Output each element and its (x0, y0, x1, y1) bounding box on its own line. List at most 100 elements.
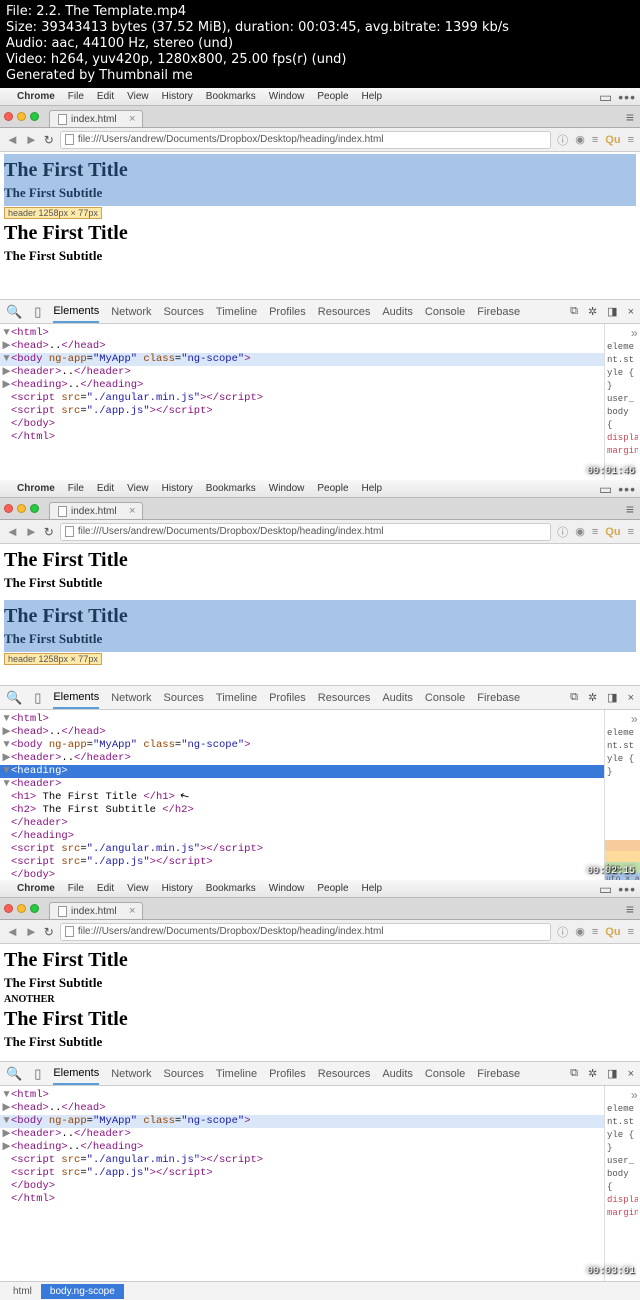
more-icon[interactable]: ••• (618, 90, 636, 104)
menu-chrome[interactable]: Chrome (17, 883, 55, 894)
device-icon[interactable]: ▯ (34, 690, 41, 706)
devtools-tab-timeline[interactable]: Timeline (216, 1068, 257, 1080)
devtools-tab-timeline[interactable]: Timeline (216, 692, 257, 704)
window-controls[interactable] (4, 112, 39, 121)
menu-file[interactable]: File (68, 483, 84, 494)
dom-node[interactable]: ▶<header>..</header> (0, 366, 604, 379)
menu-history[interactable]: History (162, 483, 193, 494)
browser-tab[interactable]: index.html× (49, 110, 143, 127)
devtools-tabbar[interactable]: 🔍 ▯ ElementsNetworkSourcesTimelineProfil… (0, 1061, 640, 1086)
menu-view[interactable]: View (127, 883, 149, 894)
more-icon[interactable]: ••• (618, 482, 636, 496)
close-icon[interactable]: × (628, 306, 634, 318)
qu-icon[interactable]: Qu (605, 134, 620, 146)
dom-node[interactable]: ▶<heading>..</heading> (0, 1141, 604, 1154)
devtools-tab-resources[interactable]: Resources (318, 1068, 371, 1080)
more-icon[interactable]: ••• (618, 882, 636, 896)
back-icon[interactable]: ◄ (6, 524, 19, 539)
dom-node[interactable]: <script src="./app.js"></script> (0, 405, 604, 418)
menu-icon[interactable]: ≡ (626, 109, 634, 125)
menu-icon[interactable]: ≡ (626, 901, 634, 917)
devtools-tab-firebase[interactable]: Firebase (477, 306, 520, 318)
devtools-tab-console[interactable]: Console (425, 692, 465, 704)
menu-edit[interactable]: Edit (97, 91, 114, 102)
devtools-tab-sources[interactable]: Sources (164, 306, 204, 318)
styles-pane[interactable]: »element.style {}ing -uto × aut- (604, 710, 640, 895)
hamburger-icon[interactable]: ≡ (628, 134, 634, 146)
mac-menubar[interactable]: ChromeFileEditViewHistoryBookmarksWindow… (0, 880, 640, 898)
dom-inspector[interactable]: ▼<html>▶<head>..</head>▼<body ng-app="My… (0, 710, 640, 895)
dom-tree[interactable]: ▼<html>▶<head>..</head>▼<body ng-app="My… (0, 710, 604, 895)
info-icon[interactable]: ⓘ (557, 132, 568, 148)
dom-tree[interactable]: ▼<html>▶<head>..</head>▼<body ng-app="My… (0, 1086, 604, 1281)
window-controls[interactable] (4, 904, 39, 913)
browser-tabbar[interactable]: index.html× ≡ (0, 898, 640, 920)
dom-node[interactable]: </heading> (0, 830, 604, 843)
reload-icon[interactable]: ↻ (44, 525, 54, 539)
battery-icon[interactable]: ▭ (599, 90, 612, 104)
devtools-tab-console[interactable]: Console (425, 306, 465, 318)
close-icon[interactable]: × (129, 113, 135, 125)
menu-edit[interactable]: Edit (97, 483, 114, 494)
dom-node[interactable]: ▼<body ng-app="MyApp" class="ng-scope"> (0, 1115, 604, 1128)
devtools-tab-sources[interactable]: Sources (164, 1068, 204, 1080)
power-icon[interactable]: ◉ (575, 133, 585, 146)
device-icon[interactable]: ▯ (34, 304, 41, 320)
devtools-tab-firebase[interactable]: Firebase (477, 1068, 520, 1080)
devtools-tab-network[interactable]: Network (111, 692, 151, 704)
menu-chrome[interactable]: Chrome (17, 91, 55, 102)
search-icon[interactable]: 🔍 (6, 1066, 22, 1082)
styles-pane[interactable]: »element.style {}user_body{displamargin (604, 1086, 640, 1281)
url-field[interactable]: file:///Users/andrew/Documents/Dropbox/D… (60, 131, 551, 149)
url-field[interactable]: file:///Users/andrew/Documents/Dropbox/D… (60, 923, 551, 941)
battery-icon[interactable]: ▭ (599, 482, 612, 496)
dom-node[interactable]: </html> (0, 1193, 604, 1206)
dom-node[interactable]: ▶<header>..</header> (0, 1128, 604, 1141)
mac-menubar[interactable]: ChromeFileEditViewHistoryBookmarksWindow… (0, 88, 640, 106)
devtools-tab-audits[interactable]: Audits (382, 1068, 413, 1080)
dom-node[interactable]: ▶<header>..</header> (0, 752, 604, 765)
dom-node[interactable]: ▶<head>..</head> (0, 1102, 604, 1115)
back-icon[interactable]: ◄ (6, 924, 19, 939)
search-icon[interactable]: 🔍 (6, 690, 22, 706)
menu-bookmarks[interactable]: Bookmarks (206, 483, 256, 494)
menu-window[interactable]: Window (269, 483, 305, 494)
dom-node[interactable]: ▼<header> (0, 778, 604, 791)
dom-node[interactable]: ▼<html> (0, 1089, 604, 1102)
devtools-tab-resources[interactable]: Resources (318, 692, 371, 704)
battery-icon[interactable]: ▭ (599, 882, 612, 896)
dom-node[interactable]: ▼<body ng-app="MyApp" class="ng-scope"> (0, 353, 604, 366)
devtools-tab-profiles[interactable]: Profiles (269, 306, 306, 318)
devtools-tabbar[interactable]: 🔍 ▯ ElementsNetworkSourcesTimelineProfil… (0, 685, 640, 710)
url-field[interactable]: file:///Users/andrew/Documents/Dropbox/D… (60, 523, 551, 541)
devtools-tab-audits[interactable]: Audits (382, 692, 413, 704)
breadcrumb-item[interactable]: html (4, 1284, 41, 1299)
dom-node[interactable]: </body> (0, 418, 604, 431)
menu-file[interactable]: File (68, 883, 84, 894)
dom-node[interactable]: ▼<html> (0, 713, 604, 726)
devtools-tab-network[interactable]: Network (111, 1068, 151, 1080)
devtools-tab-elements[interactable]: Elements (53, 691, 99, 709)
devtools-tab-profiles[interactable]: Profiles (269, 1068, 306, 1080)
dom-node[interactable]: ▼<body ng-app="MyApp" class="ng-scope"> (0, 739, 604, 752)
reload-icon[interactable]: ↻ (44, 925, 54, 939)
window-controls[interactable] (4, 504, 39, 513)
db-icon[interactable]: ≡ (592, 134, 598, 146)
gear-icon[interactable]: ✲ (588, 305, 597, 318)
dom-node[interactable]: <h1> The First Title </h1> ↖ (0, 791, 604, 804)
devtools-tab-firebase[interactable]: Firebase (477, 692, 520, 704)
browser-tabbar[interactable]: index.html× ≡ (0, 106, 640, 128)
close-icon[interactable]: × (129, 505, 135, 517)
menu-history[interactable]: History (162, 883, 193, 894)
menu-people[interactable]: People (317, 91, 348, 102)
dom-inspector[interactable]: ▼<html>▶<head>..</head>▼<body ng-app="My… (0, 324, 640, 492)
close-icon[interactable]: × (129, 905, 135, 917)
menu-bookmarks[interactable]: Bookmarks (206, 91, 256, 102)
dom-node[interactable]: ▶<head>..</head> (0, 340, 604, 353)
menu-people[interactable]: People (317, 483, 348, 494)
reload-icon[interactable]: ↻ (44, 133, 54, 147)
menu-view[interactable]: View (127, 91, 149, 102)
menu-help[interactable]: Help (362, 883, 383, 894)
mac-menubar[interactable]: ChromeFileEditViewHistoryBookmarksWindow… (0, 480, 640, 498)
dom-node[interactable]: <script src="./angular.min.js"></script> (0, 392, 604, 405)
